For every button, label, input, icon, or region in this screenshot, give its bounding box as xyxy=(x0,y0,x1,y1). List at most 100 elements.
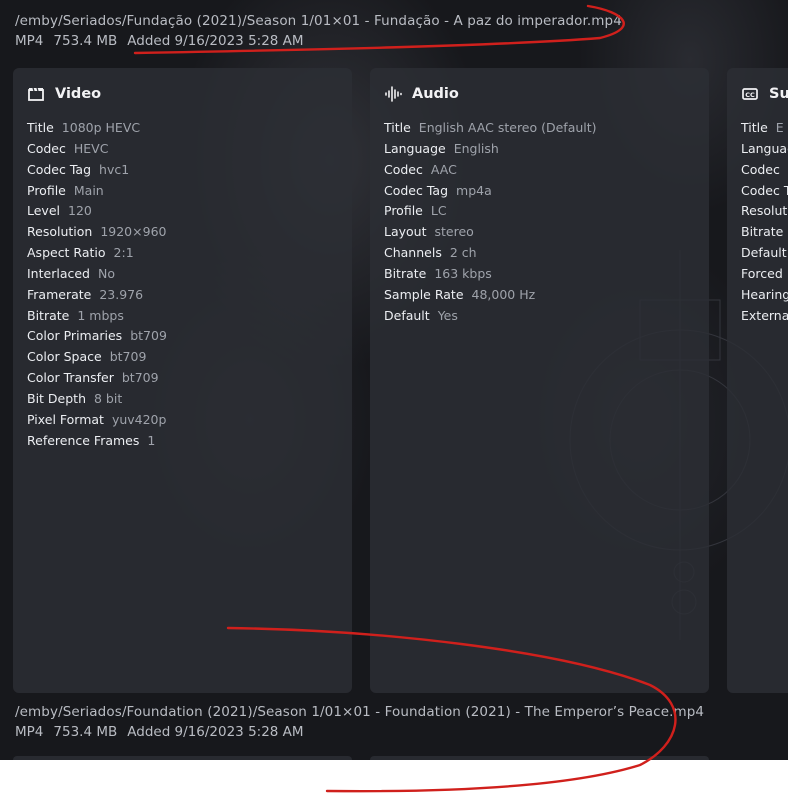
property-key: Framerate xyxy=(27,286,92,302)
property-value: 1920×960 xyxy=(100,224,167,240)
property-value: bt709 xyxy=(109,349,147,365)
property-row: Interlaced No xyxy=(27,264,338,285)
property-key: Codec xyxy=(384,161,423,177)
property-value: hvc1 xyxy=(99,161,130,177)
property-key: Forced xyxy=(741,265,783,281)
property-row: Codec xyxy=(741,160,788,181)
file-meta: MP4 753.4 MB Added 9/16/2023 5:28 AM xyxy=(15,33,622,49)
card-title: Su xyxy=(769,86,788,102)
container-format: MP4 xyxy=(15,724,44,740)
property-row: Profile Main xyxy=(27,181,338,202)
media-info-panel: /emby/Seriados/Fundação (2021)/Season 1/… xyxy=(0,0,788,760)
date-added: Added 9/16/2023 5:28 AM xyxy=(127,724,304,740)
property-key: Codec Tag xyxy=(384,182,449,198)
property-key: Codec xyxy=(741,161,780,177)
file-header-1: /emby/Seriados/Fundação (2021)/Season 1/… xyxy=(15,13,622,49)
property-row: Hearing xyxy=(741,285,788,306)
property-row: Title English AAC stereo (Default) xyxy=(384,118,695,139)
property-key: Interlaced xyxy=(27,265,90,281)
property-key: Title xyxy=(27,120,54,135)
property-value: 2:1 xyxy=(113,245,134,261)
property-row: Bitrate xyxy=(741,222,788,243)
property-row: Codec HEVC xyxy=(27,139,338,160)
property-key: Default xyxy=(384,307,430,323)
property-key: Bitrate xyxy=(27,307,70,323)
audio-stream-card: Audio Title English AAC stereo (Default) L… xyxy=(370,68,709,693)
property-row: Color Space bt709 xyxy=(27,347,338,368)
property-value: 23.976 xyxy=(99,286,144,302)
property-list: Title English AAC stereo (Default) Languag… xyxy=(384,118,695,326)
property-row: Default xyxy=(741,243,788,264)
next-stream-card xyxy=(370,756,709,760)
property-row: Languag xyxy=(741,139,788,160)
property-row: Aspect Ratio 2:1 xyxy=(27,243,338,264)
property-value: yuv420p xyxy=(111,411,167,427)
property-row: Resolution 1920×960 xyxy=(27,222,338,243)
property-row: Color Primaries bt709 xyxy=(27,326,338,347)
property-key: Bitrate xyxy=(741,224,784,240)
property-key: Codec Tag xyxy=(27,161,92,177)
property-value: bt709 xyxy=(130,328,167,344)
property-key: Level xyxy=(27,203,60,219)
property-value: 120 xyxy=(68,203,92,219)
property-key: Default xyxy=(741,245,787,261)
property-key: Color Transfer xyxy=(27,370,114,386)
property-key: Languag xyxy=(741,140,788,156)
property-key: Color Space xyxy=(27,349,102,365)
property-row: Externa xyxy=(741,306,788,327)
property-key: Profile xyxy=(27,182,66,198)
property-key: Resolution xyxy=(27,224,93,240)
property-row: Pixel Format yuv420p xyxy=(27,410,338,431)
property-key: Channels xyxy=(384,245,442,261)
clapperboard-icon xyxy=(27,85,45,103)
property-value: Main xyxy=(73,182,104,198)
property-value: HEVC xyxy=(73,140,109,156)
property-value: English AAC stereo (Default) xyxy=(418,120,597,135)
card-header: Audio xyxy=(384,84,695,104)
property-row: Bitrate 163 kbps xyxy=(384,264,695,285)
svg-text:CC: CC xyxy=(745,91,755,99)
property-key: Codec T xyxy=(741,182,788,198)
property-key: Externa xyxy=(741,307,788,323)
property-value: stereo xyxy=(434,224,474,240)
card-header: Video xyxy=(27,84,338,104)
property-row: Codec Tag mp4a xyxy=(384,181,695,202)
closed-caption-icon: CC xyxy=(741,85,759,103)
property-value: 1080p HEVC xyxy=(61,120,141,135)
property-value: LC xyxy=(430,203,447,219)
property-key: Pixel Format xyxy=(27,411,104,427)
property-row: Profile LC xyxy=(384,201,695,222)
card-header: CC Su xyxy=(741,84,788,104)
video-stream-card: Video Title 1080p HEVC Codec HEVC Codec Tag h… xyxy=(13,68,352,693)
property-value: 8 bit xyxy=(94,390,123,406)
file-path: /emby/Seriados/Fundação (2021)/Season 1/… xyxy=(15,13,622,29)
property-value: 163 kbps xyxy=(434,265,492,281)
property-key: Bitrate xyxy=(384,265,427,281)
property-row: Language English xyxy=(384,139,695,160)
property-row: Forced xyxy=(741,264,788,285)
property-row: Framerate 23.976 xyxy=(27,285,338,306)
property-key: Color Primaries xyxy=(27,328,123,344)
property-row: Codec AAC xyxy=(384,160,695,181)
property-key: Language xyxy=(384,140,446,156)
property-list: Title 1080p HEVC Codec HEVC Codec Tag hvc1 Pro… xyxy=(27,118,338,452)
audio-waveform-icon xyxy=(384,85,402,103)
property-key: Title xyxy=(384,120,411,135)
property-row: Bitrate 1 mbps xyxy=(27,306,338,327)
property-key: Sample Rate xyxy=(384,286,464,302)
property-key: Layout xyxy=(384,224,427,240)
card-title: Video xyxy=(55,86,102,102)
date-added: Added 9/16/2023 5:28 AM xyxy=(127,33,304,49)
property-row: Bit Depth 8 bit xyxy=(27,389,338,410)
property-value: 1 mbps xyxy=(77,307,124,323)
property-row: Level 120 xyxy=(27,201,338,222)
next-stream-card xyxy=(13,756,352,760)
property-row: Title E xyxy=(741,118,788,139)
card-title: Audio xyxy=(412,86,459,102)
property-value: 2 ch xyxy=(449,245,477,261)
property-value: English xyxy=(453,140,499,156)
property-value: E xyxy=(775,120,784,135)
property-row: Resoluti xyxy=(741,201,788,222)
property-value: mp4a xyxy=(456,182,492,198)
property-row: Default Yes xyxy=(384,306,695,327)
